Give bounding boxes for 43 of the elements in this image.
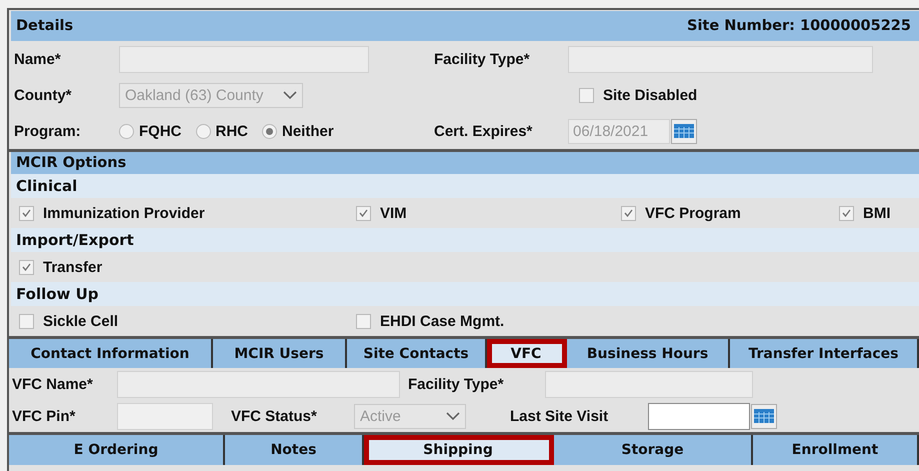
checkmark-icon bbox=[624, 209, 633, 217]
facility-type-dropdown[interactable] bbox=[545, 370, 753, 398]
program-radio[interactable]: Neither bbox=[262, 122, 334, 140]
calendar-button[interactable] bbox=[751, 404, 777, 428]
option-checkbox[interactable]: EHDI Case Mgmt. bbox=[356, 312, 621, 330]
program-radio[interactable]: RHC bbox=[196, 122, 248, 140]
date-field[interactable] bbox=[648, 402, 750, 430]
vfc-name-field[interactable] bbox=[117, 370, 400, 398]
section-title: MCIR Options bbox=[11, 152, 919, 174]
group-title: Clinical bbox=[16, 177, 78, 195]
checkmark-icon bbox=[22, 263, 31, 271]
checkmark-icon bbox=[842, 209, 851, 217]
field-label: Facility Type* bbox=[408, 376, 505, 392]
name-field[interactable] bbox=[119, 46, 369, 72]
field-label: County* bbox=[14, 86, 72, 104]
field-label: VFC Name* bbox=[12, 376, 94, 392]
option-checkbox[interactable]: Immunization Provider bbox=[19, 204, 356, 222]
chevron-icon bbox=[446, 412, 460, 420]
section-title: Details bbox=[16, 18, 74, 34]
group-title: Import/Export bbox=[16, 231, 134, 249]
checkmark-icon bbox=[359, 209, 368, 217]
field-label: Last Site Visit bbox=[510, 408, 610, 424]
tab[interactable]: Shipping bbox=[364, 435, 554, 465]
facility-type-dropdown[interactable] bbox=[568, 46, 873, 72]
option-checkbox[interactable]: VFC Program bbox=[621, 204, 839, 222]
calendar-button[interactable] bbox=[671, 118, 697, 144]
option-checkbox[interactable]: Transfer bbox=[19, 258, 356, 276]
field-label: Name* bbox=[14, 50, 62, 68]
group-title: Follow Up bbox=[16, 285, 99, 303]
field-label: VFC Status* bbox=[231, 408, 318, 424]
vfc-pin-field[interactable] bbox=[117, 402, 213, 430]
option-checkbox[interactable]: Sickle Cell bbox=[19, 312, 356, 330]
program-radio[interactable]: FQHC bbox=[119, 122, 182, 140]
field-label: Cert. Expires* bbox=[434, 122, 534, 140]
option-checkbox[interactable]: VIM bbox=[356, 204, 621, 222]
field-label: Facility Type* bbox=[434, 50, 531, 68]
checkmark-icon bbox=[22, 209, 31, 217]
site-number: Site Number: 10000005225 bbox=[687, 18, 911, 34]
field-label: VFC Pin* bbox=[12, 408, 76, 424]
option-checkbox[interactable]: BMI bbox=[839, 204, 919, 222]
chevron-icon bbox=[283, 90, 297, 100]
field-label: Program: bbox=[14, 122, 82, 140]
tab[interactable]: VFC bbox=[487, 339, 567, 368]
